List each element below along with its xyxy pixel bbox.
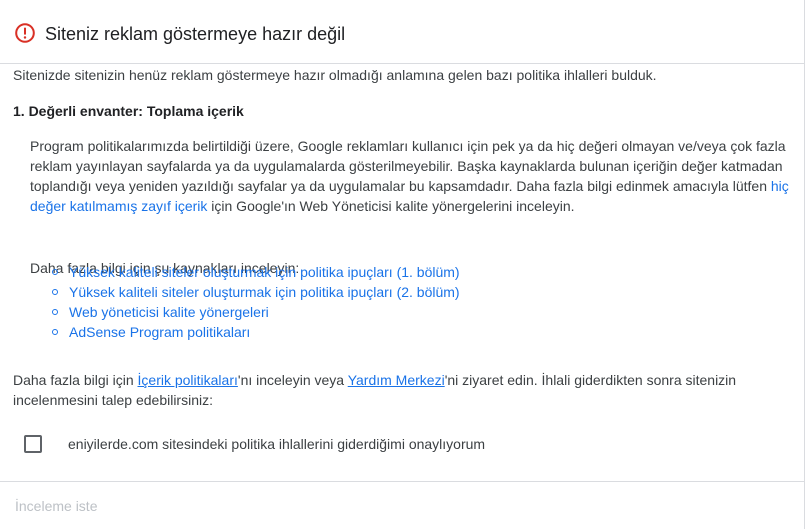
intro-text: Sitenizde sitenizin henüz reklam gösterm…: [13, 67, 657, 83]
more-info-text-1: Daha fazla bilgi için: [13, 372, 138, 388]
panel-header: Siteniz reklam göstermeye hazır değil: [0, 0, 805, 64]
list-item: AdSense Program politikaları: [49, 322, 460, 342]
confirm-checkbox[interactable]: [24, 435, 42, 453]
confirm-row[interactable]: eniyilerde.com sitesindeki politika ihla…: [24, 434, 485, 454]
bullet-icon: [52, 269, 58, 275]
more-info-text-2: 'nı inceleyin veya: [237, 372, 348, 388]
violation-heading: 1. Değerli envanter: Toplama içerik: [13, 103, 244, 119]
violation-description-text-end: için Google'ın Web Yöneticisi kalite yön…: [207, 198, 575, 214]
bullet-icon: [52, 329, 58, 335]
policy-violation-panel: Siteniz reklam göstermeye hazır değil Si…: [0, 0, 805, 529]
page-title: Siteniz reklam göstermeye hazır değil: [45, 24, 346, 44]
resource-list: Yüksek kaliteli siteler oluşturmak için …: [49, 262, 460, 342]
violation-description-text: Program politikalarımızda belirtildiği ü…: [30, 138, 786, 194]
resource-link-policy-tips-1[interactable]: Yüksek kaliteli siteler oluşturmak için …: [69, 264, 460, 280]
bullet-icon: [52, 289, 58, 295]
confirm-label: eniyilerde.com sitesindeki politika ihla…: [68, 436, 486, 452]
more-info-text: Daha fazla bilgi için İçerik politikalar…: [13, 370, 793, 410]
resource-link-adsense-policies[interactable]: AdSense Program politikaları: [69, 324, 250, 340]
content-policies-link[interactable]: İçerik politikaları: [138, 372, 238, 388]
resource-link-webmaster-guidelines[interactable]: Web yöneticisi kalite yönergeleri: [69, 304, 269, 320]
list-item: Yüksek kaliteli siteler oluşturmak için …: [49, 282, 460, 302]
alert-circle-icon: [15, 23, 35, 43]
violation-description: Program politikalarımızda belirtildiği ü…: [30, 136, 806, 216]
resource-link-policy-tips-2[interactable]: Yüksek kaliteli siteler oluşturmak için …: [69, 284, 460, 300]
bullet-icon: [52, 309, 58, 315]
list-item: Yüksek kaliteli siteler oluşturmak için …: [49, 262, 460, 282]
help-center-link[interactable]: Yardım Merkezi: [348, 372, 445, 388]
list-item: Web yöneticisi kalite yönergeleri: [49, 302, 460, 322]
request-review-button[interactable]: İnceleme iste: [15, 497, 97, 515]
panel-footer: İnceleme iste: [0, 481, 805, 529]
